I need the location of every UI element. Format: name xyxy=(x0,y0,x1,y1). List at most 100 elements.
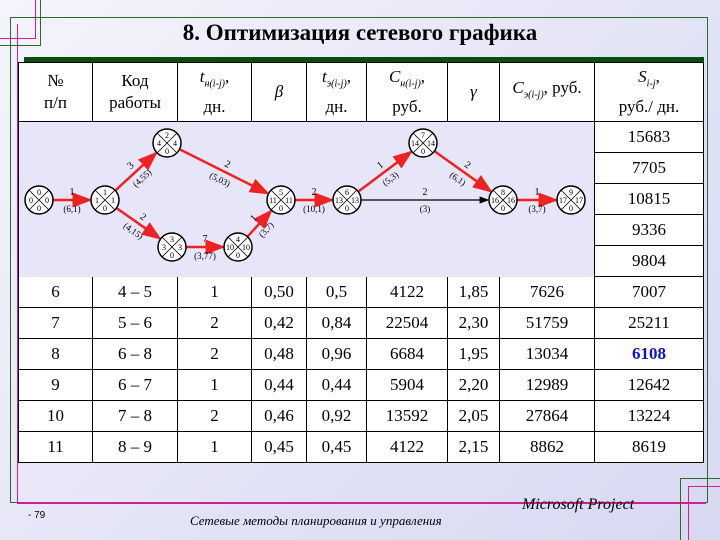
table-cell: 0,48 xyxy=(251,338,307,370)
node-reserve: 0 xyxy=(345,204,349,213)
table-cell: 0,46 xyxy=(251,400,307,432)
edge-duration-label: 1 xyxy=(248,213,259,224)
table-cell: 6684 xyxy=(366,338,448,370)
table-cell: 2,20 xyxy=(447,369,500,401)
node-reserve: 0 xyxy=(421,147,425,156)
node-early-time: 16 xyxy=(491,196,499,205)
node-late-time: 11 xyxy=(285,196,293,205)
column-header: tн(i-j), дн. xyxy=(177,62,252,122)
node-early-time: 1 xyxy=(95,196,99,205)
table-cell: 5904 xyxy=(366,369,448,401)
table-cell: 0,96 xyxy=(306,338,367,370)
table-cell: 27864 xyxy=(499,400,595,432)
node-number: 2 xyxy=(165,131,169,140)
table-cell: 4122 xyxy=(366,431,448,463)
slide: 8. Оптимизация сетевого графика № п/п Код р… xyxy=(0,0,720,540)
node-early-time: 10 xyxy=(226,243,234,252)
node-late-time: 14 xyxy=(427,139,435,148)
table-row: 64 – 5 1 0,50 0,5 4122 1,85 7626 7007 xyxy=(18,276,704,308)
table-cell: 15683 xyxy=(594,121,704,153)
column-header: tэ(i-j), дн. xyxy=(306,62,367,122)
table-row: 75 – 6 2 0,42 0,84 22504 2,30 51759 25211 xyxy=(18,307,704,339)
header-main: Код xyxy=(121,71,149,90)
node-reserve: 0 xyxy=(37,204,41,213)
node-late-time: 3 xyxy=(178,243,182,252)
table-cell: 4 – 5 xyxy=(92,276,178,308)
header-main: γ xyxy=(470,82,477,101)
node-reserve: 0 xyxy=(569,204,573,213)
edge-duration-label: 1 xyxy=(535,187,540,198)
column-header: № п/п xyxy=(18,62,93,122)
node-number: 6 xyxy=(345,188,349,197)
node-number: 0 xyxy=(37,188,41,197)
table-cell: 1,85 xyxy=(447,276,500,308)
table-cell: 7705 xyxy=(594,152,704,184)
edge-duration-label: 3 xyxy=(125,160,136,171)
node-number: 1 xyxy=(103,188,107,197)
column-header: Cэ(i-j), руб. xyxy=(499,62,595,122)
slide-title: 8. Оптимизация сетевого графика xyxy=(182,20,538,45)
table-row: 10 7 – 8 2 0,46 0,92 13592 2,05 27864 13224 xyxy=(18,400,704,432)
table-cell: 5 – 6 xyxy=(92,307,178,339)
edge-duration-label: 2 xyxy=(423,187,428,198)
table-cell: 7 xyxy=(18,307,93,339)
table-cell: 6 – 7 xyxy=(92,369,178,401)
node-late-time: 4 xyxy=(173,139,177,148)
edge-duration-label: 7 xyxy=(203,234,208,245)
table-cell: 0,50 xyxy=(251,276,307,308)
table-cell: 8619 xyxy=(594,431,704,463)
edge-params-label: (3) xyxy=(420,204,431,214)
table-cell: 0,42 xyxy=(251,307,307,339)
node-late-time: 1 xyxy=(111,196,115,205)
node-reserve: 0 xyxy=(170,251,174,260)
edge-params-label: (3,77) xyxy=(194,251,216,261)
edge-params-label: (3,7) xyxy=(528,204,545,214)
node-early-time: 3 xyxy=(162,243,166,252)
table-cell: 7626 xyxy=(499,276,595,308)
header-sub: н(i-j) xyxy=(204,78,225,90)
table-cell: 10815 xyxy=(594,183,704,215)
table-cell: 0,45 xyxy=(251,431,307,463)
table-cell: 0,92 xyxy=(306,400,367,432)
table-cell: 10 xyxy=(18,400,93,432)
table-cell: 0,44 xyxy=(306,369,367,401)
table-cell: 1 xyxy=(177,369,252,401)
node-number: 4 xyxy=(236,235,240,244)
table-row: 96 – 7 1 0,44 0,44 5904 2,20 12989 12642 xyxy=(18,369,704,401)
table-cell: 2,05 xyxy=(447,400,500,432)
table-cell: 2,30 xyxy=(447,307,500,339)
table-cell: 4122 xyxy=(366,276,448,308)
table-cell: 8 – 9 xyxy=(92,431,178,463)
header-row: № п/п Код работы tн(i-j), дн. β tэ(i-j), дн. Cн(i… xyxy=(18,62,704,122)
node-early-time: 4 xyxy=(157,139,161,148)
edge-duration-label: 2 xyxy=(312,187,317,198)
header-sub: э(i-j) xyxy=(523,89,544,101)
node-early-time: 17 xyxy=(559,196,567,205)
node-late-time: 17 xyxy=(575,196,583,205)
header-main: β xyxy=(274,82,284,101)
node-early-time: 14 xyxy=(411,139,419,148)
column-header: γ xyxy=(447,62,500,122)
table-cell: 13034 xyxy=(499,338,595,370)
header-sub: э(i-j) xyxy=(326,78,347,90)
node-late-time: 10 xyxy=(242,243,250,252)
header-line2: дн. xyxy=(203,96,226,116)
node-reserve: 0 xyxy=(501,204,505,213)
header-sub: i-j xyxy=(646,78,656,90)
table-row: 11 8 – 9 1 0,45 0,45 4122 2,15 8862 8619 xyxy=(18,431,704,463)
node-reserve: 0 xyxy=(236,251,240,260)
table-cell: 25211 xyxy=(594,307,704,339)
node-number: 5 xyxy=(279,188,283,197)
edge-duration-label: 2 xyxy=(223,159,232,171)
corner-decor-br2 xyxy=(688,486,720,540)
node-number: 3 xyxy=(170,235,174,244)
header-line2: руб. xyxy=(392,96,422,116)
node-reserve: 0 xyxy=(279,204,283,213)
edge-params-label: (6,1) xyxy=(63,204,80,214)
edge-duration-label: 2 xyxy=(138,211,148,223)
header-tail: , руб. xyxy=(543,78,582,98)
edge-params-label: (4,15) xyxy=(122,221,146,242)
node-number: 7 xyxy=(421,131,425,140)
table-cell: 0,45 xyxy=(306,431,367,463)
table-cell: 0,5 xyxy=(306,276,367,308)
